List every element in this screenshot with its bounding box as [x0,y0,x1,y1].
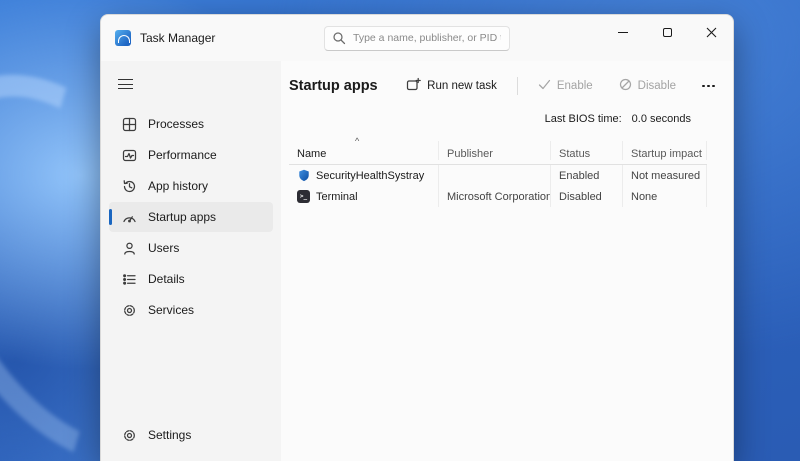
sidebar-item-startup-apps[interactable]: Startup apps [109,202,273,232]
block-icon [619,78,632,94]
sidebar: Processes Performance App history Startu… [101,61,281,461]
close-icon [706,27,717,38]
enable-button[interactable]: Enable [532,74,599,98]
table-row[interactable]: >_ Terminal Microsoft Corporation Disabl… [289,186,707,207]
disable-button[interactable]: Disable [613,74,682,98]
details-list-icon [121,271,137,287]
task-manager-app-icon [115,30,131,46]
security-shield-icon [297,169,310,182]
toolbar: Run new task Enable Disable [400,73,721,99]
startup-app-status: Disabled [551,186,623,207]
startup-app-publisher [439,165,551,186]
sidebar-item-settings[interactable]: Settings [109,420,273,450]
sidebar-item-label: Startup apps [148,210,216,224]
startup-apps-table: ^ Name Publisher Status Startup impact [289,141,707,207]
sidebar-item-details[interactable]: Details [109,264,273,294]
search-box[interactable] [324,26,510,51]
services-gear-icon [121,302,137,318]
main-content: Startup apps Run new task Enable [281,61,733,461]
column-header-publisher[interactable]: Publisher [439,141,551,160]
minimize-icon [618,32,628,33]
minimize-button[interactable] [601,15,645,49]
startup-app-name: SecurityHealthSystray [316,170,424,182]
maximize-button[interactable] [645,15,689,49]
sidebar-item-label: Users [148,241,179,255]
toolbar-separator [517,77,518,95]
sidebar-item-services[interactable]: Services [109,295,273,325]
sidebar-item-app-history[interactable]: App history [109,171,273,201]
startup-app-impact: None [623,186,707,207]
sidebar-item-label: Services [148,303,194,317]
search-icon [332,31,346,50]
processes-icon [121,116,137,132]
settings-gear-icon [121,427,137,443]
startup-gauge-icon [121,209,137,225]
bios-time-label: Last BIOS time: [545,113,622,125]
table-header-row: ^ Name Publisher Status Startup impact [289,141,707,165]
sidebar-item-label: Details [148,272,185,286]
window-title: Task Manager [140,31,215,45]
sidebar-item-processes[interactable]: Processes [109,109,273,139]
last-bios-time: Last BIOS time: 0.0 seconds [289,113,721,125]
sidebar-item-label: Processes [148,117,204,131]
close-button[interactable] [689,15,733,49]
sidebar-item-users[interactable]: Users [109,233,273,263]
startup-app-impact: Not measured [623,165,707,186]
page-title: Startup apps [289,78,378,94]
run-new-task-button[interactable]: Run new task [400,73,503,99]
column-header-status[interactable]: Status [551,141,623,160]
bios-time-value: 0.0 seconds [632,113,691,125]
startup-app-publisher: Microsoft Corporation [439,186,551,207]
user-icon [121,240,137,256]
run-new-task-icon [406,77,421,95]
maximize-icon [663,28,672,37]
titlebar: Task Manager [101,15,733,61]
table-row[interactable]: SecurityHealthSystray Enabled Not measur… [289,165,707,186]
history-clock-icon [121,178,137,194]
task-manager-window: Task Manager Processes [100,14,734,461]
search-input[interactable] [324,26,510,51]
terminal-icon: >_ [297,190,310,203]
more-options-button[interactable] [696,79,721,94]
column-header-name[interactable]: Name [289,141,439,160]
check-icon [538,78,551,94]
startup-app-status: Enabled [551,165,623,186]
sidebar-item-label: App history [148,179,208,193]
startup-app-name: Terminal [316,191,358,203]
sort-ascending-icon: ^ [355,137,359,146]
ellipsis-icon [702,85,705,88]
column-header-startup-impact[interactable]: Startup impact [623,141,707,160]
sidebar-item-performance[interactable]: Performance [109,140,273,170]
navigation-menu-button[interactable] [109,69,143,99]
performance-icon [121,147,137,163]
sidebar-item-label: Settings [148,428,191,442]
sidebar-item-label: Performance [148,148,217,162]
